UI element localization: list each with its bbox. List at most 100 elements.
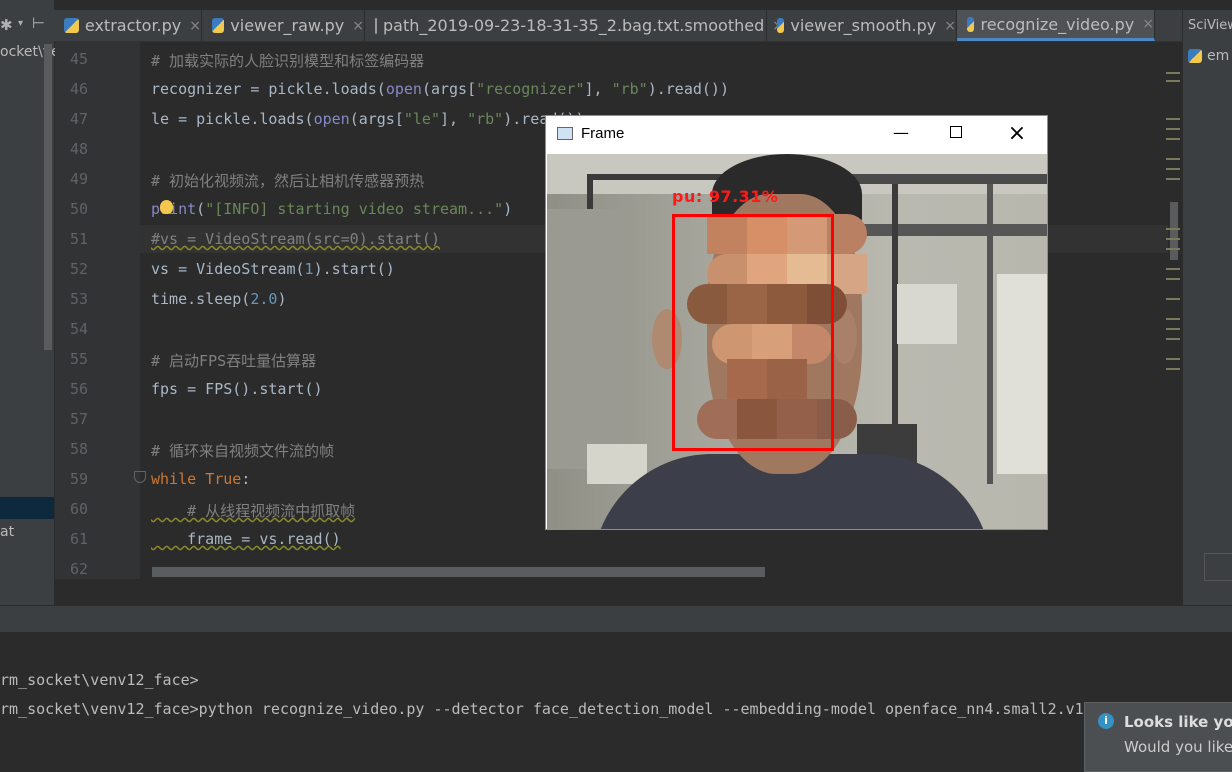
error-stripe-mark[interactable] xyxy=(1166,228,1180,230)
code-line-58[interactable]: # 循环来自视频文件流的帧 xyxy=(151,440,334,461)
code-line-53[interactable]: time.sleep(2.0) xyxy=(151,290,286,308)
error-stripe-mark[interactable] xyxy=(1166,368,1180,370)
detection-label: pu: 97.31% xyxy=(672,187,779,206)
minimize-button[interactable]: — xyxy=(886,118,916,150)
error-stripe-mark[interactable] xyxy=(1166,138,1180,140)
code-token: (args[ xyxy=(421,80,477,98)
line-number: 58 xyxy=(69,440,88,458)
line-number: 56 xyxy=(69,380,88,398)
code-token: "rb" xyxy=(467,110,504,128)
code-line-47[interactable]: le = pickle.loads(open(args["le"], "rb")… xyxy=(151,110,585,128)
tab-path-smoothed[interactable]: path_2019-09-23-18-31-35_2.bag.txt.smoot… xyxy=(365,10,784,41)
code-token: (args[ xyxy=(349,110,404,128)
code-token: ], xyxy=(440,110,468,128)
vertical-scrollbar[interactable] xyxy=(1170,202,1178,260)
error-stripe-mark[interactable] xyxy=(1166,118,1180,120)
tab-viewer-smooth[interactable]: viewer_smooth.py × xyxy=(767,10,957,41)
code-line-45[interactable]: # 加载实际的人脸识别模型和标签编码器 xyxy=(151,50,424,71)
window-app-icon xyxy=(557,127,573,140)
error-stripe-mark[interactable] xyxy=(1166,338,1180,340)
line-number: 60 xyxy=(69,500,88,518)
info-icon: i xyxy=(1098,713,1114,729)
python-file-icon xyxy=(967,16,975,32)
sciview-input-box[interactable] xyxy=(1204,553,1232,581)
sciview-panel xyxy=(1182,10,1232,605)
line-number: 62 xyxy=(69,560,88,578)
project-scrollbar[interactable] xyxy=(44,44,52,350)
error-stripe-mark[interactable] xyxy=(1166,278,1180,280)
chevron-down-icon[interactable]: ▾ xyxy=(18,18,23,29)
code-line-55[interactable]: # 启动FPS吞吐量估算器 xyxy=(151,350,316,371)
error-stripe-mark[interactable] xyxy=(1166,168,1180,170)
gear-icon[interactable]: ✱ xyxy=(0,16,13,34)
tab-viewer-raw[interactable]: viewer_raw.py × xyxy=(202,10,365,41)
error-stripe-mark[interactable] xyxy=(1166,238,1180,240)
project-tree-item[interactable]: at xyxy=(0,524,14,540)
maximize-button[interactable] xyxy=(950,126,962,138)
tab-label: viewer_smooth.py xyxy=(790,16,937,35)
line-number: 47 xyxy=(69,110,88,128)
code-line-56[interactable]: fps = FPS().start() xyxy=(151,380,323,398)
code-line-51[interactable]: #vs = VideoStream(src=0).start() xyxy=(151,230,440,248)
error-stripe-mark[interactable] xyxy=(1166,318,1180,320)
error-stripe-mark[interactable] xyxy=(1166,298,1180,300)
code-token: open xyxy=(313,110,350,128)
code-token: True xyxy=(205,470,242,488)
error-stripe-mark[interactable] xyxy=(1166,268,1180,270)
code-line-61[interactable]: frame = vs.read() xyxy=(151,530,341,548)
project-selected-row[interactable] xyxy=(0,497,54,519)
code-line-60[interactable]: # 从线程视频流中抓取帧 xyxy=(151,500,355,521)
code-token: ).read()) xyxy=(647,80,729,98)
close-button[interactable]: × xyxy=(1004,118,1030,150)
bed-rail xyxy=(827,174,1047,184)
sciview-item[interactable]: em xyxy=(1188,48,1229,64)
tool-window-header xyxy=(0,605,1232,633)
frame-window-title: Frame xyxy=(581,125,625,142)
sciview-tab[interactable]: SciView xyxy=(1188,18,1232,33)
error-stripe-mark[interactable] xyxy=(1166,158,1180,160)
close-icon[interactable]: × xyxy=(1142,16,1154,32)
notification-title: Looks like you xyxy=(1124,713,1232,731)
code-token: ).start() xyxy=(313,260,395,278)
code-token: "rb" xyxy=(611,80,648,98)
line-number: 48 xyxy=(69,140,88,158)
code-token: while xyxy=(151,470,206,488)
python-file-icon xyxy=(777,18,785,33)
error-stripe-mark[interactable] xyxy=(1166,328,1180,330)
error-stripe-mark[interactable] xyxy=(1166,248,1180,250)
code-token: 2.0 xyxy=(250,290,278,308)
collapse-icon[interactable]: ⊢ xyxy=(32,14,45,32)
close-icon[interactable]: × xyxy=(944,18,956,34)
code-line-52[interactable]: vs = VideoStream(1).start() xyxy=(151,260,395,278)
code-line-50[interactable]: print("[INFO] starting video stream...") xyxy=(151,200,512,218)
code-token: "le" xyxy=(403,110,440,128)
code-token: vs = VideoStream( xyxy=(151,260,305,278)
line-number: 50 xyxy=(69,200,88,218)
sciview-item-label: em xyxy=(1207,48,1230,64)
error-stripe-mark[interactable] xyxy=(1166,128,1180,130)
line-number: 61 xyxy=(69,530,88,548)
code-line-49[interactable]: # 初始化视频流，然后让相机传感器预热 xyxy=(151,170,424,191)
horizontal-scrollbar[interactable] xyxy=(152,567,765,577)
tab-extractor[interactable]: extractor.py × xyxy=(54,10,202,41)
code-token: open xyxy=(385,80,422,98)
line-number: 59 xyxy=(69,470,88,488)
line-number: 54 xyxy=(69,320,88,338)
lightbulb-icon[interactable] xyxy=(160,200,173,214)
error-stripe-mark[interactable] xyxy=(1166,72,1180,74)
tab-recognize-video[interactable]: recognize_video.py × xyxy=(957,10,1155,41)
code-line-59[interactable]: while True: xyxy=(151,470,250,488)
code-line-46[interactable]: recognizer = pickle.loads(open(args["rec… xyxy=(151,80,729,98)
wall-left xyxy=(547,209,622,469)
tab-label: path_2019-09-23-18-31-35_2.bag.txt.smoot… xyxy=(383,16,765,35)
code-token: "recognizer" xyxy=(476,80,585,98)
code-token: ], xyxy=(584,80,612,98)
fold-icon[interactable] xyxy=(134,471,146,483)
error-stripe-mark[interactable] xyxy=(1166,178,1180,180)
close-icon[interactable]: × xyxy=(352,18,364,34)
error-stripe-mark[interactable] xyxy=(1166,80,1180,82)
python-file-icon xyxy=(1188,49,1202,63)
error-stripe-mark[interactable] xyxy=(1166,358,1180,360)
close-icon[interactable]: × xyxy=(189,18,201,34)
terminal-panel[interactable] xyxy=(0,632,1232,761)
